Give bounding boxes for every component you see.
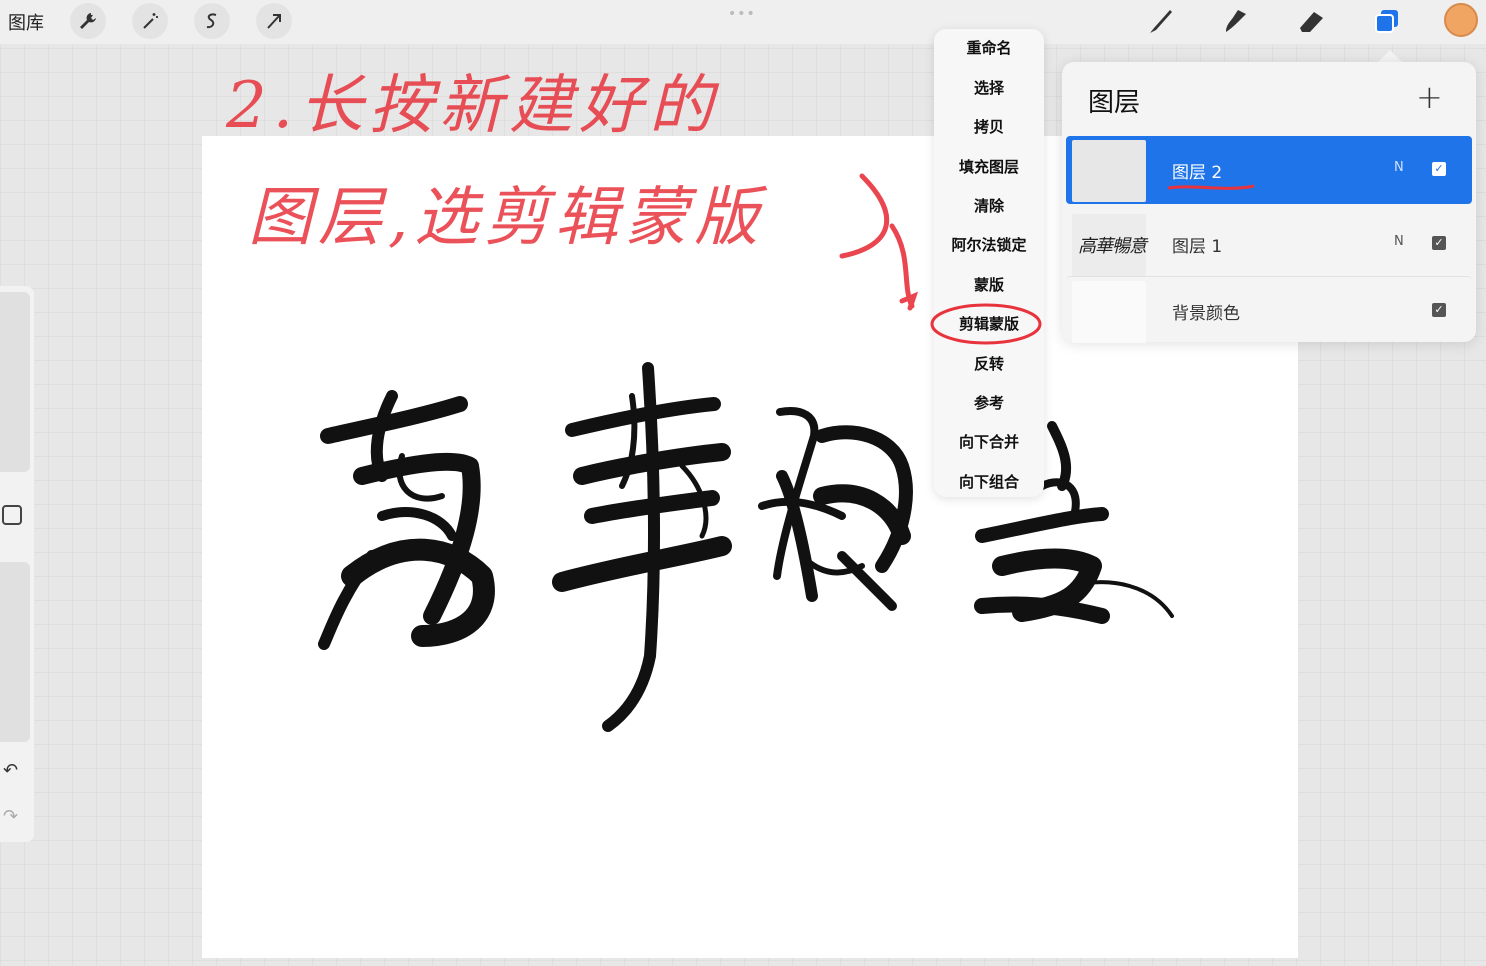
blend-mode-label[interactable]: N bbox=[1394, 234, 1404, 249]
color-picker-button[interactable] bbox=[1444, 3, 1478, 37]
eraser-icon[interactable] bbox=[1294, 4, 1328, 38]
layers-title: 图层 bbox=[1088, 88, 1141, 118]
blend-mode-label[interactable]: N bbox=[1394, 160, 1404, 175]
menu-item-fill-layer[interactable]: 填充图层 bbox=[934, 152, 1044, 182]
smudge-icon[interactable] bbox=[1218, 4, 1252, 38]
layer-row-2[interactable]: 图层 2 N ✓ bbox=[1066, 136, 1472, 204]
magic-wand-icon[interactable] bbox=[132, 3, 168, 39]
add-layer-button[interactable]: + bbox=[1416, 78, 1443, 116]
red-underline bbox=[1167, 184, 1255, 190]
layers-icon[interactable] bbox=[1370, 4, 1404, 38]
brush-size-slider[interactable] bbox=[0, 292, 30, 472]
menu-item-select[interactable]: 选择 bbox=[934, 73, 1044, 103]
transform-arrow-icon[interactable] bbox=[256, 3, 292, 39]
wrench-icon[interactable] bbox=[70, 3, 106, 39]
menu-item-rename[interactable]: 重命名 bbox=[934, 33, 1044, 63]
layer-context-menu: 重命名 选择 拷贝 填充图层 清除 阿尔法锁定 蒙版 剪辑蒙版 反转 参考 向下… bbox=[934, 29, 1044, 497]
highlight-circle bbox=[930, 303, 1042, 345]
menu-item-mask[interactable]: 蒙版 bbox=[934, 270, 1044, 300]
layer-row-1[interactable]: 高華暢意 图层 1 N ✓ bbox=[1066, 210, 1472, 278]
layers-panel-arrow bbox=[1378, 50, 1402, 62]
layer-thumbnail bbox=[1072, 281, 1146, 343]
opacity-slider[interactable] bbox=[0, 562, 30, 742]
drag-handle-icon[interactable]: ••• bbox=[728, 6, 756, 22]
menu-item-combine-down[interactable]: 向下组合 bbox=[934, 467, 1044, 497]
top-toolbar: 图库 ••• bbox=[0, 0, 1486, 44]
layer-name: 图层 1 bbox=[1172, 237, 1223, 257]
gallery-button[interactable]: 图库 bbox=[8, 9, 44, 35]
layers-panel: 图层 + 图层 2 N ✓ 高華暢意 图层 1 N ✓ 背景颜色 ✓ bbox=[1062, 62, 1476, 345]
layer-name: 背景颜色 bbox=[1172, 304, 1240, 324]
annotation-line-2: 图层,选剪辑蒙版 bbox=[248, 181, 765, 255]
redo-icon[interactable]: ↷ bbox=[3, 806, 18, 827]
visibility-checkbox[interactable]: ✓ bbox=[1432, 162, 1446, 176]
menu-item-alpha-lock[interactable]: 阿尔法锁定 bbox=[934, 230, 1044, 260]
menu-item-clear[interactable]: 清除 bbox=[934, 191, 1044, 221]
undo-icon[interactable]: ↶ bbox=[3, 760, 18, 781]
visibility-checkbox[interactable]: ✓ bbox=[1432, 236, 1446, 250]
layer-thumbnail bbox=[1072, 140, 1146, 202]
menu-item-copy[interactable]: 拷贝 bbox=[934, 112, 1044, 142]
menu-item-merge-down[interactable]: 向下合并 bbox=[934, 427, 1044, 457]
selection-icon[interactable] bbox=[194, 3, 230, 39]
brush-icon[interactable] bbox=[1144, 4, 1178, 38]
menu-item-invert[interactable]: 反转 bbox=[934, 349, 1044, 379]
layer-row-background[interactable]: 背景颜色 ✓ bbox=[1066, 276, 1472, 345]
menu-item-reference[interactable]: 参考 bbox=[934, 388, 1044, 418]
visibility-checkbox[interactable]: ✓ bbox=[1432, 303, 1446, 317]
layer-thumbnail: 高華暢意 bbox=[1072, 214, 1147, 276]
modify-button[interactable] bbox=[2, 505, 22, 525]
annotation-line-1: 2.长按新建好的 bbox=[226, 69, 720, 143]
